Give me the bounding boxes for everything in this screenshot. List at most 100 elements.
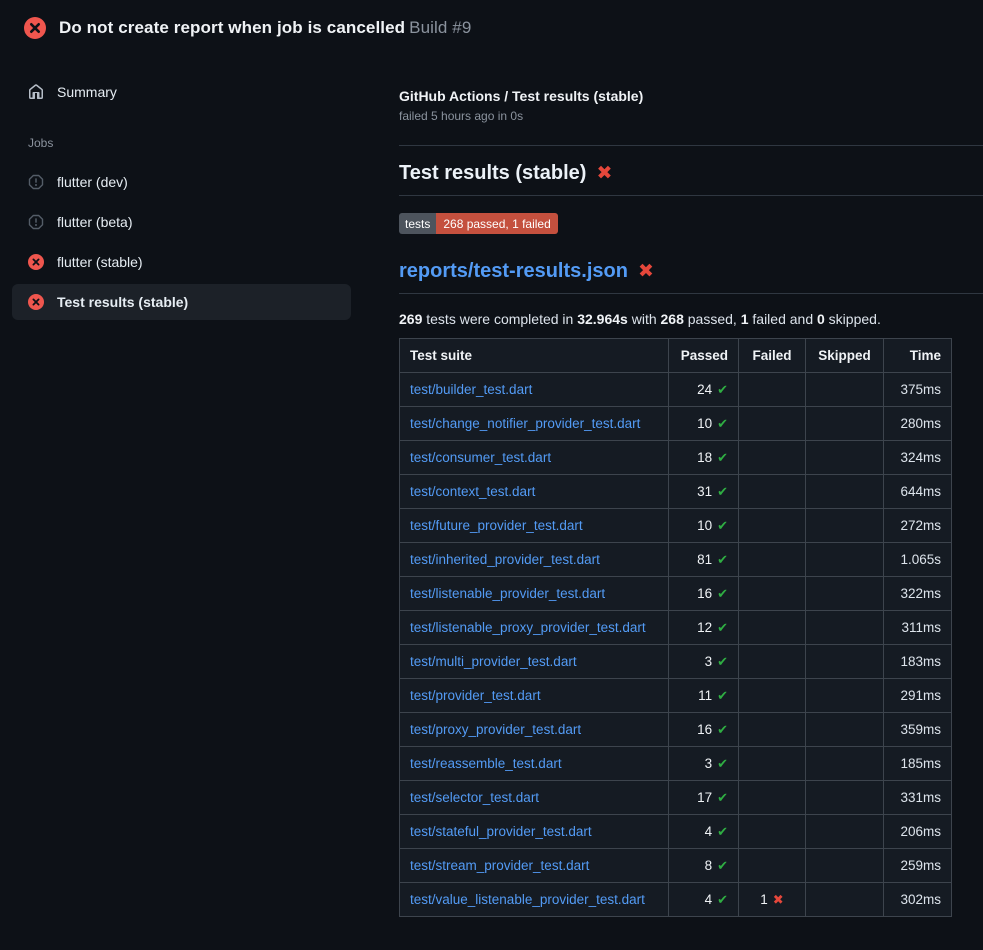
main-content: GitHub Actions / Test results (stable) f… [399,56,983,917]
failed-cross-icon: ✖ [638,262,654,281]
test-suite-link[interactable]: test/reassemble_test.dart [410,756,562,771]
test-suite-link[interactable]: test/stream_provider_test.dart [410,858,589,873]
test-suite-link[interactable]: test/value_listenable_provider_test.dart [410,892,645,907]
failed-cell [739,441,806,475]
passed-cell: 8✔ [669,849,739,883]
time-cell: 644ms [884,475,952,509]
passed-cell: 11✔ [669,679,739,713]
sidebar-job-item[interactable]: flutter (stable) [12,244,351,280]
table-row: test/builder_test.dart 24✔ 375ms [400,373,952,407]
section-title: Test results (stable) ✖ [399,162,983,196]
badge-label: tests [399,213,436,234]
failed-cell [739,815,806,849]
test-suite-link[interactable]: test/change_notifier_provider_test.dart [410,416,640,431]
build-number: Build #9 [409,18,471,37]
passed-cell: 12✔ [669,611,739,645]
skipped-cell [806,475,884,509]
cross-icon: ✖ [773,893,784,908]
test-suite-link[interactable]: test/inherited_provider_test.dart [410,552,600,567]
test-suite-link[interactable]: test/stateful_provider_test.dart [410,824,592,839]
test-suite-link[interactable]: test/consumer_test.dart [410,450,551,465]
test-suite-link[interactable]: test/selector_test.dart [410,790,539,805]
col-header-time: Time [884,339,952,373]
result-summary-line: 269 tests were completed in 32.964s with… [399,311,983,327]
skipped-cell [806,815,884,849]
x-circle-icon [28,294,44,310]
failed-cell [739,645,806,679]
run-failed-icon [24,17,46,39]
table-row: test/listenable_provider_test.dart 16✔ 3… [400,577,952,611]
report-file-link[interactable]: reports/test-results.json [399,260,628,283]
skipped-cell [806,543,884,577]
sidebar-job-item[interactable]: Test results (stable) [12,284,351,320]
time-cell: 259ms [884,849,952,883]
test-suite-link[interactable]: test/builder_test.dart [410,382,532,397]
time-cell: 272ms [884,509,952,543]
sidebar-job-item[interactable]: flutter (beta) [12,204,351,240]
check-icon: ✔ [717,655,728,670]
passed-cell: 81✔ [669,543,739,577]
passed-cell: 4✔ [669,815,739,849]
sidebar-job-label: flutter (stable) [57,254,143,270]
sidebar-item-summary[interactable]: Summary [12,74,351,110]
time-cell: 206ms [884,815,952,849]
table-row: test/stateful_provider_test.dart 4✔ 206m… [400,815,952,849]
failed-cell [739,679,806,713]
table-row: test/stream_provider_test.dart 8✔ 259ms [400,849,952,883]
failed-cell [739,407,806,441]
page-title: Do not create report when job is cancell… [59,18,471,38]
table-row: test/listenable_proxy_provider_test.dart… [400,611,952,645]
table-row: test/multi_provider_test.dart 3✔ 183ms [400,645,952,679]
check-icon: ✔ [717,859,728,874]
test-suite-link[interactable]: test/multi_provider_test.dart [410,654,577,669]
table-row: test/value_listenable_provider_test.dart… [400,883,952,917]
table-row: test/future_provider_test.dart 10✔ 272ms [400,509,952,543]
passed-cell: 31✔ [669,475,739,509]
time-cell: 291ms [884,679,952,713]
time-cell: 322ms [884,577,952,611]
skipped-cell [806,849,884,883]
time-cell: 331ms [884,781,952,815]
failed-cell [739,713,806,747]
time-cell: 1.065s [884,543,952,577]
home-icon [28,84,44,100]
sidebar: Summary Jobs flutter (dev) flutter (beta… [12,56,351,324]
passed-cell: 16✔ [669,577,739,611]
col-header-failed: Failed [739,339,806,373]
check-icon: ✔ [717,417,728,432]
col-header-skipped: Skipped [806,339,884,373]
sidebar-job-label: Test results (stable) [57,294,188,310]
test-suite-link[interactable]: test/future_provider_test.dart [410,518,583,533]
check-icon: ✔ [717,519,728,534]
skipped-cell [806,611,884,645]
passed-cell: 10✔ [669,509,739,543]
test-suite-link[interactable]: test/context_test.dart [410,484,535,499]
run-header: Do not create report when job is cancell… [0,0,983,56]
sidebar-job-item[interactable]: flutter (dev) [12,164,351,200]
table-row: test/selector_test.dart 17✔ 331ms [400,781,952,815]
time-cell: 302ms [884,883,952,917]
time-cell: 311ms [884,611,952,645]
check-icon: ✔ [717,757,728,772]
skipped-cell [806,679,884,713]
check-icon: ✔ [717,451,728,466]
check-icon: ✔ [717,383,728,398]
check-icon: ✔ [717,893,728,908]
failed-cell [739,611,806,645]
table-row: test/inherited_provider_test.dart 81✔ 1.… [400,543,952,577]
col-header-test-suite: Test suite [400,339,669,373]
test-suite-link[interactable]: test/listenable_provider_test.dart [410,586,605,601]
test-suite-link[interactable]: test/listenable_proxy_provider_test.dart [410,620,646,635]
time-cell: 359ms [884,713,952,747]
test-results-table: Test suite Passed Failed Skipped Time te… [399,338,952,917]
tests-status-badge: tests 268 passed, 1 failed [399,213,558,234]
failed-cell [739,509,806,543]
check-icon: ✔ [717,587,728,602]
x-circle-icon [28,254,44,270]
test-suite-link[interactable]: test/proxy_provider_test.dart [410,722,581,737]
passed-cell: 10✔ [669,407,739,441]
test-suite-link[interactable]: test/provider_test.dart [410,688,541,703]
sidebar-job-label: flutter (dev) [57,174,128,190]
table-row: test/change_notifier_provider_test.dart … [400,407,952,441]
table-row: test/provider_test.dart 11✔ 291ms [400,679,952,713]
